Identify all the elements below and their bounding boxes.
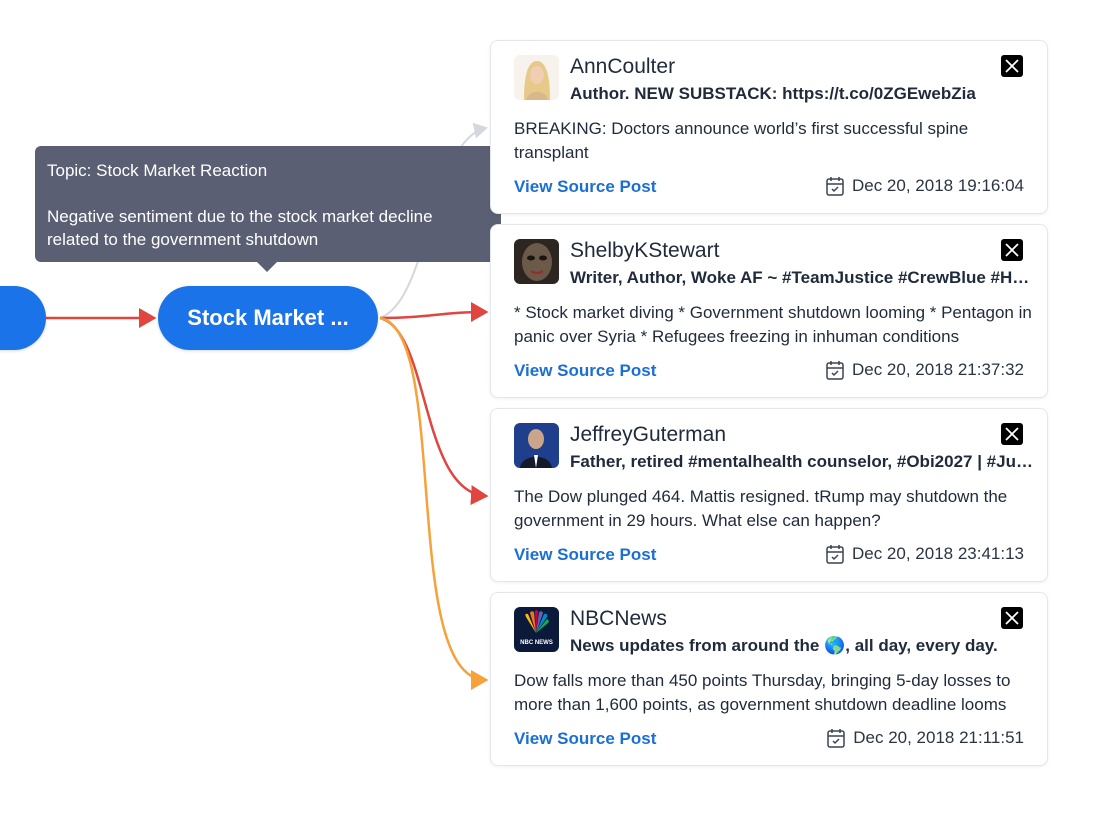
topic-node-label: Stock Market ... xyxy=(187,305,349,330)
svg-text:NBC NEWS: NBC NEWS xyxy=(520,640,553,646)
post-bio: Author. NEW SUBSTACK: https://t.co/0ZGEw… xyxy=(570,84,976,103)
edge-topic-to-post-4 xyxy=(379,316,489,690)
post-date-text: Dec 20, 2018 23:41:13 xyxy=(851,544,1024,563)
edge-topic-to-post-3 xyxy=(379,316,489,506)
post-username: ShelbyKStewart xyxy=(570,239,720,262)
post-text: * Stock market diving * Government shutd… xyxy=(514,303,1032,346)
x-icon xyxy=(1001,55,1023,77)
avatar xyxy=(514,423,559,468)
avatar xyxy=(514,239,559,284)
x-icon xyxy=(1001,239,1023,261)
avatar xyxy=(514,55,559,100)
post-card: JeffreyGuterman Father, retired #mentalh… xyxy=(490,408,1048,582)
post-bio: Writer, Author, Woke AF ~ #TeamJustice #… xyxy=(570,268,1036,287)
view-source-post-link[interactable]: View Source Post xyxy=(514,177,656,197)
x-icon xyxy=(1001,607,1023,629)
post-card: AnnCoulter Author. NEW SUBSTACK: https:/… xyxy=(490,40,1048,214)
x-icon xyxy=(1001,423,1023,445)
post-username: AnnCoulter xyxy=(570,55,676,78)
post-date-text: Dec 20, 2018 21:37:32 xyxy=(851,360,1024,379)
topic-node-stock-market[interactable]: Stock Market ... xyxy=(158,286,378,350)
calendar-icon xyxy=(827,728,845,748)
calendar-icon xyxy=(826,360,844,380)
post-date-text: Dec 20, 2018 21:11:51 xyxy=(853,728,1024,747)
post-text: The Dow plunged 464. Mattis resigned. tR… xyxy=(514,487,1008,530)
tooltip-description: Negative sentiment due to the stock mark… xyxy=(47,207,433,249)
post-date: Dec 20, 2018 23:41:13 xyxy=(826,544,1024,564)
avatar: NBC NEWS xyxy=(514,607,559,652)
tooltip-title: Topic: Stock Market Reaction xyxy=(47,161,268,180)
edge-topic-to-post-2 xyxy=(379,302,489,323)
post-date: Dec 20, 2018 21:37:32 xyxy=(826,360,1024,380)
view-source-post-link[interactable]: View Source Post xyxy=(514,545,656,565)
post-text: BREAKING: Doctors announce world’s first… xyxy=(514,119,969,162)
post-username: JeffreyGuterman xyxy=(570,423,727,446)
view-source-post-link[interactable]: View Source Post xyxy=(514,729,656,749)
post-username: NBCNews xyxy=(570,607,667,630)
view-source-post-link[interactable]: View Source Post xyxy=(514,361,656,381)
post-card: ShelbyKStewart Writer, Author, Woke AF ~… xyxy=(490,224,1048,398)
post-date-text: Dec 20, 2018 19:16:04 xyxy=(851,176,1024,195)
parent-topic-node[interactable]: ... xyxy=(0,286,46,350)
post-card: NBC NEWS NBCNews News updates from aroun… xyxy=(490,592,1048,766)
calendar-icon xyxy=(826,544,844,564)
post-bio: News updates from around the 🌎, all day,… xyxy=(570,636,998,655)
post-bio: Father, retired #mentalhealth counselor,… xyxy=(570,452,1036,471)
post-date: Dec 20, 2018 21:11:51 xyxy=(827,728,1024,748)
calendar-icon xyxy=(826,176,844,196)
post-date: Dec 20, 2018 19:16:04 xyxy=(826,176,1024,196)
topic-tooltip: Topic: Stock Market Reaction Negative se… xyxy=(35,146,501,272)
post-text: Dow falls more than 450 points Thursday,… xyxy=(514,671,1011,714)
